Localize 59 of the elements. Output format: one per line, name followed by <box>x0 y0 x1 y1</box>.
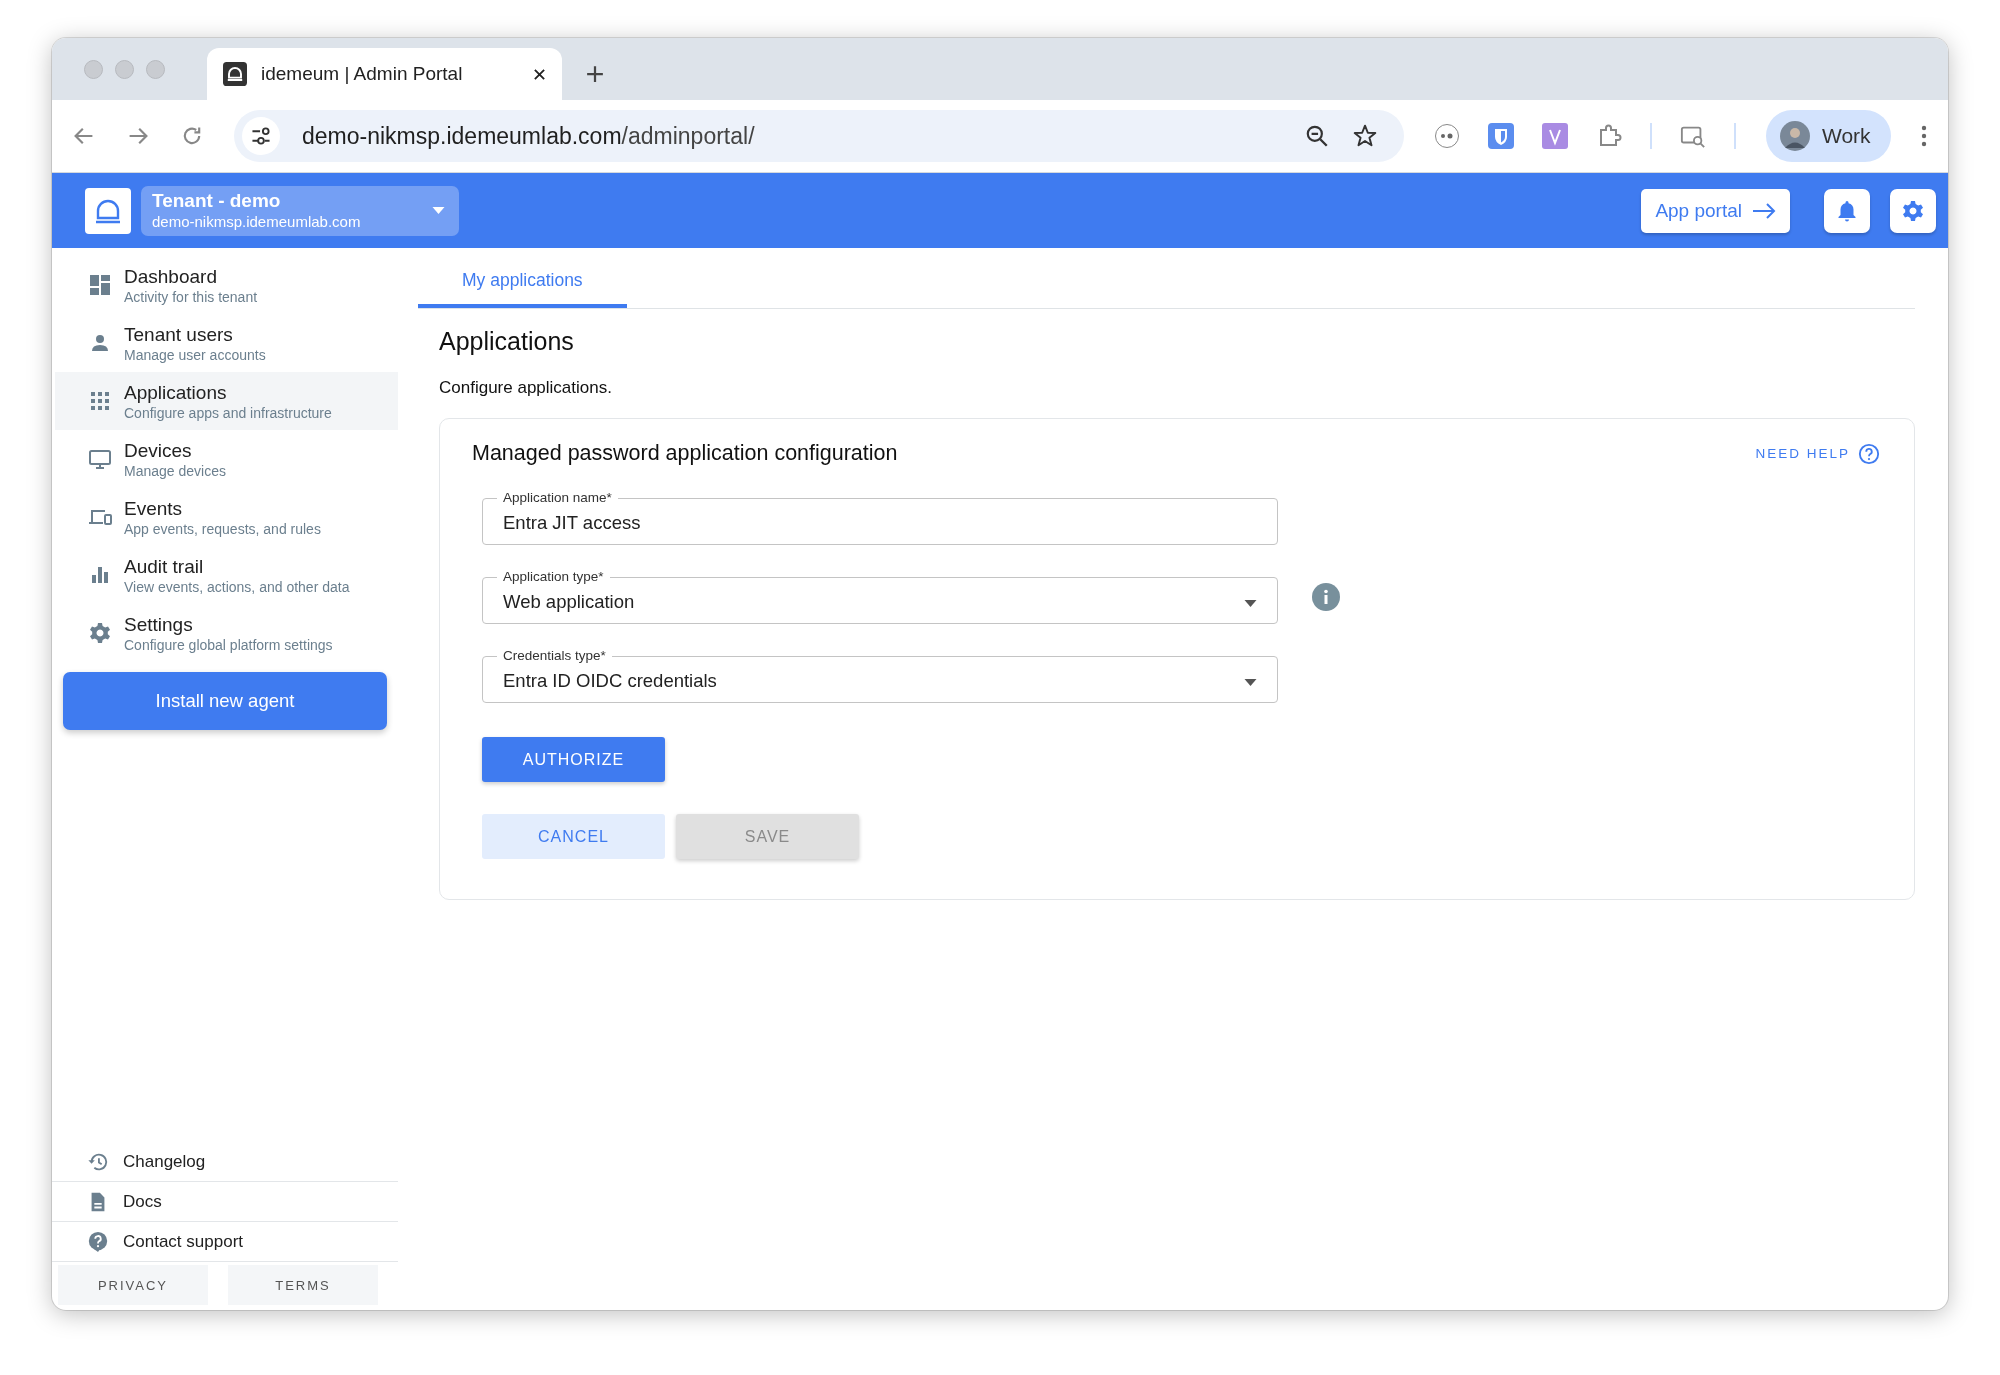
help-icon <box>87 1230 109 1253</box>
card-title: Managed password application configuration <box>472 441 898 466</box>
nav-item[interactable]: Events App events, requests, and rules <box>55 488 398 546</box>
install-agent-button[interactable]: Install new agent <box>63 672 387 730</box>
legal-link[interactable]: PRIVACY <box>58 1265 208 1305</box>
monitor-icon <box>88 447 112 471</box>
settings-icon <box>88 621 112 645</box>
footer-link[interactable]: Docs <box>52 1182 398 1222</box>
logo-icon <box>85 187 131 234</box>
dropdown-field[interactable]: Credentials type* Entra ID OIDC credentials <box>482 649 1278 703</box>
nav-item[interactable]: Devices Manage devices <box>55 430 398 488</box>
settings-icon <box>1901 198 1925 223</box>
nav-item[interactable]: Dashboard Activity for this tenant <box>55 256 398 314</box>
zoom-out-icon[interactable] <box>1304 123 1330 149</box>
tab[interactable]: My applications <box>418 258 627 308</box>
grid-icon <box>88 389 112 413</box>
text-field[interactable]: Application name* Entra JIT access <box>482 491 1278 545</box>
nav-item[interactable]: Tenant users Manage user accounts <box>55 314 398 372</box>
site-settings-icon[interactable] <box>242 117 280 155</box>
need-help-link[interactable]: NEED HELP <box>1755 442 1880 465</box>
field-value: Web application <box>503 590 635 613</box>
notifications-button[interactable] <box>1824 188 1870 233</box>
browser-tab[interactable]: idemeum | Admin Portal <box>207 48 562 100</box>
field-label: Credentials type* <box>502 649 607 663</box>
page-subtitle: Configure applications. <box>439 378 613 398</box>
field-value: Entra JIT access <box>503 511 641 534</box>
caret-icon <box>1244 600 1257 607</box>
field-label: Application name* <box>502 491 613 505</box>
extension-icon[interactable] <box>1434 123 1460 149</box>
extension-icon[interactable] <box>1542 123 1568 149</box>
caret-icon <box>1244 679 1257 686</box>
close-icon[interactable] <box>533 67 546 81</box>
authorize-button[interactable]: AUTHORIZE <box>482 737 665 782</box>
legal-link[interactable]: TERMS <box>228 1265 378 1305</box>
nav-item[interactable]: Audit trail View events, actions, and other data <box>55 546 398 604</box>
dashboard-icon <box>88 273 112 297</box>
footer-link[interactable]: Changelog <box>52 1142 398 1182</box>
nav-item[interactable]: Settings Configure global platform settings <box>55 604 398 662</box>
help-icon <box>1858 442 1880 465</box>
arrow-icon <box>1752 202 1776 219</box>
avatar-icon <box>1780 121 1810 151</box>
site-icon <box>223 62 247 86</box>
page-title: Applications <box>439 327 575 356</box>
new-tab-icon[interactable] <box>586 65 604 83</box>
more-icon[interactable] <box>1920 124 1927 148</box>
address-bar[interactable]: demo-nikmsp.idemeumlab.com/adminportal/ <box>234 110 1404 162</box>
shield-icon[interactable] <box>1488 123 1514 149</box>
app-portal-button[interactable]: App portal <box>1641 188 1790 233</box>
settings-button[interactable] <box>1890 188 1936 233</box>
field-label: Application type* <box>502 570 605 584</box>
star-icon[interactable] <box>1352 123 1378 149</box>
nav-item[interactable]: Applications Configure apps and infrastructure <box>55 372 398 430</box>
footer-link[interactable]: Contact support <box>52 1222 398 1262</box>
caret-icon <box>432 207 445 214</box>
info-icon[interactable] <box>1312 583 1340 611</box>
field-value: Entra ID OIDC credentials <box>503 669 717 692</box>
url-text: demo-nikmsp.idemeumlab.com/adminportal/ <box>302 122 756 150</box>
profile-button[interactable]: Work <box>1766 110 1891 162</box>
dropdown-field[interactable]: Application type* Web application <box>482 570 1278 624</box>
